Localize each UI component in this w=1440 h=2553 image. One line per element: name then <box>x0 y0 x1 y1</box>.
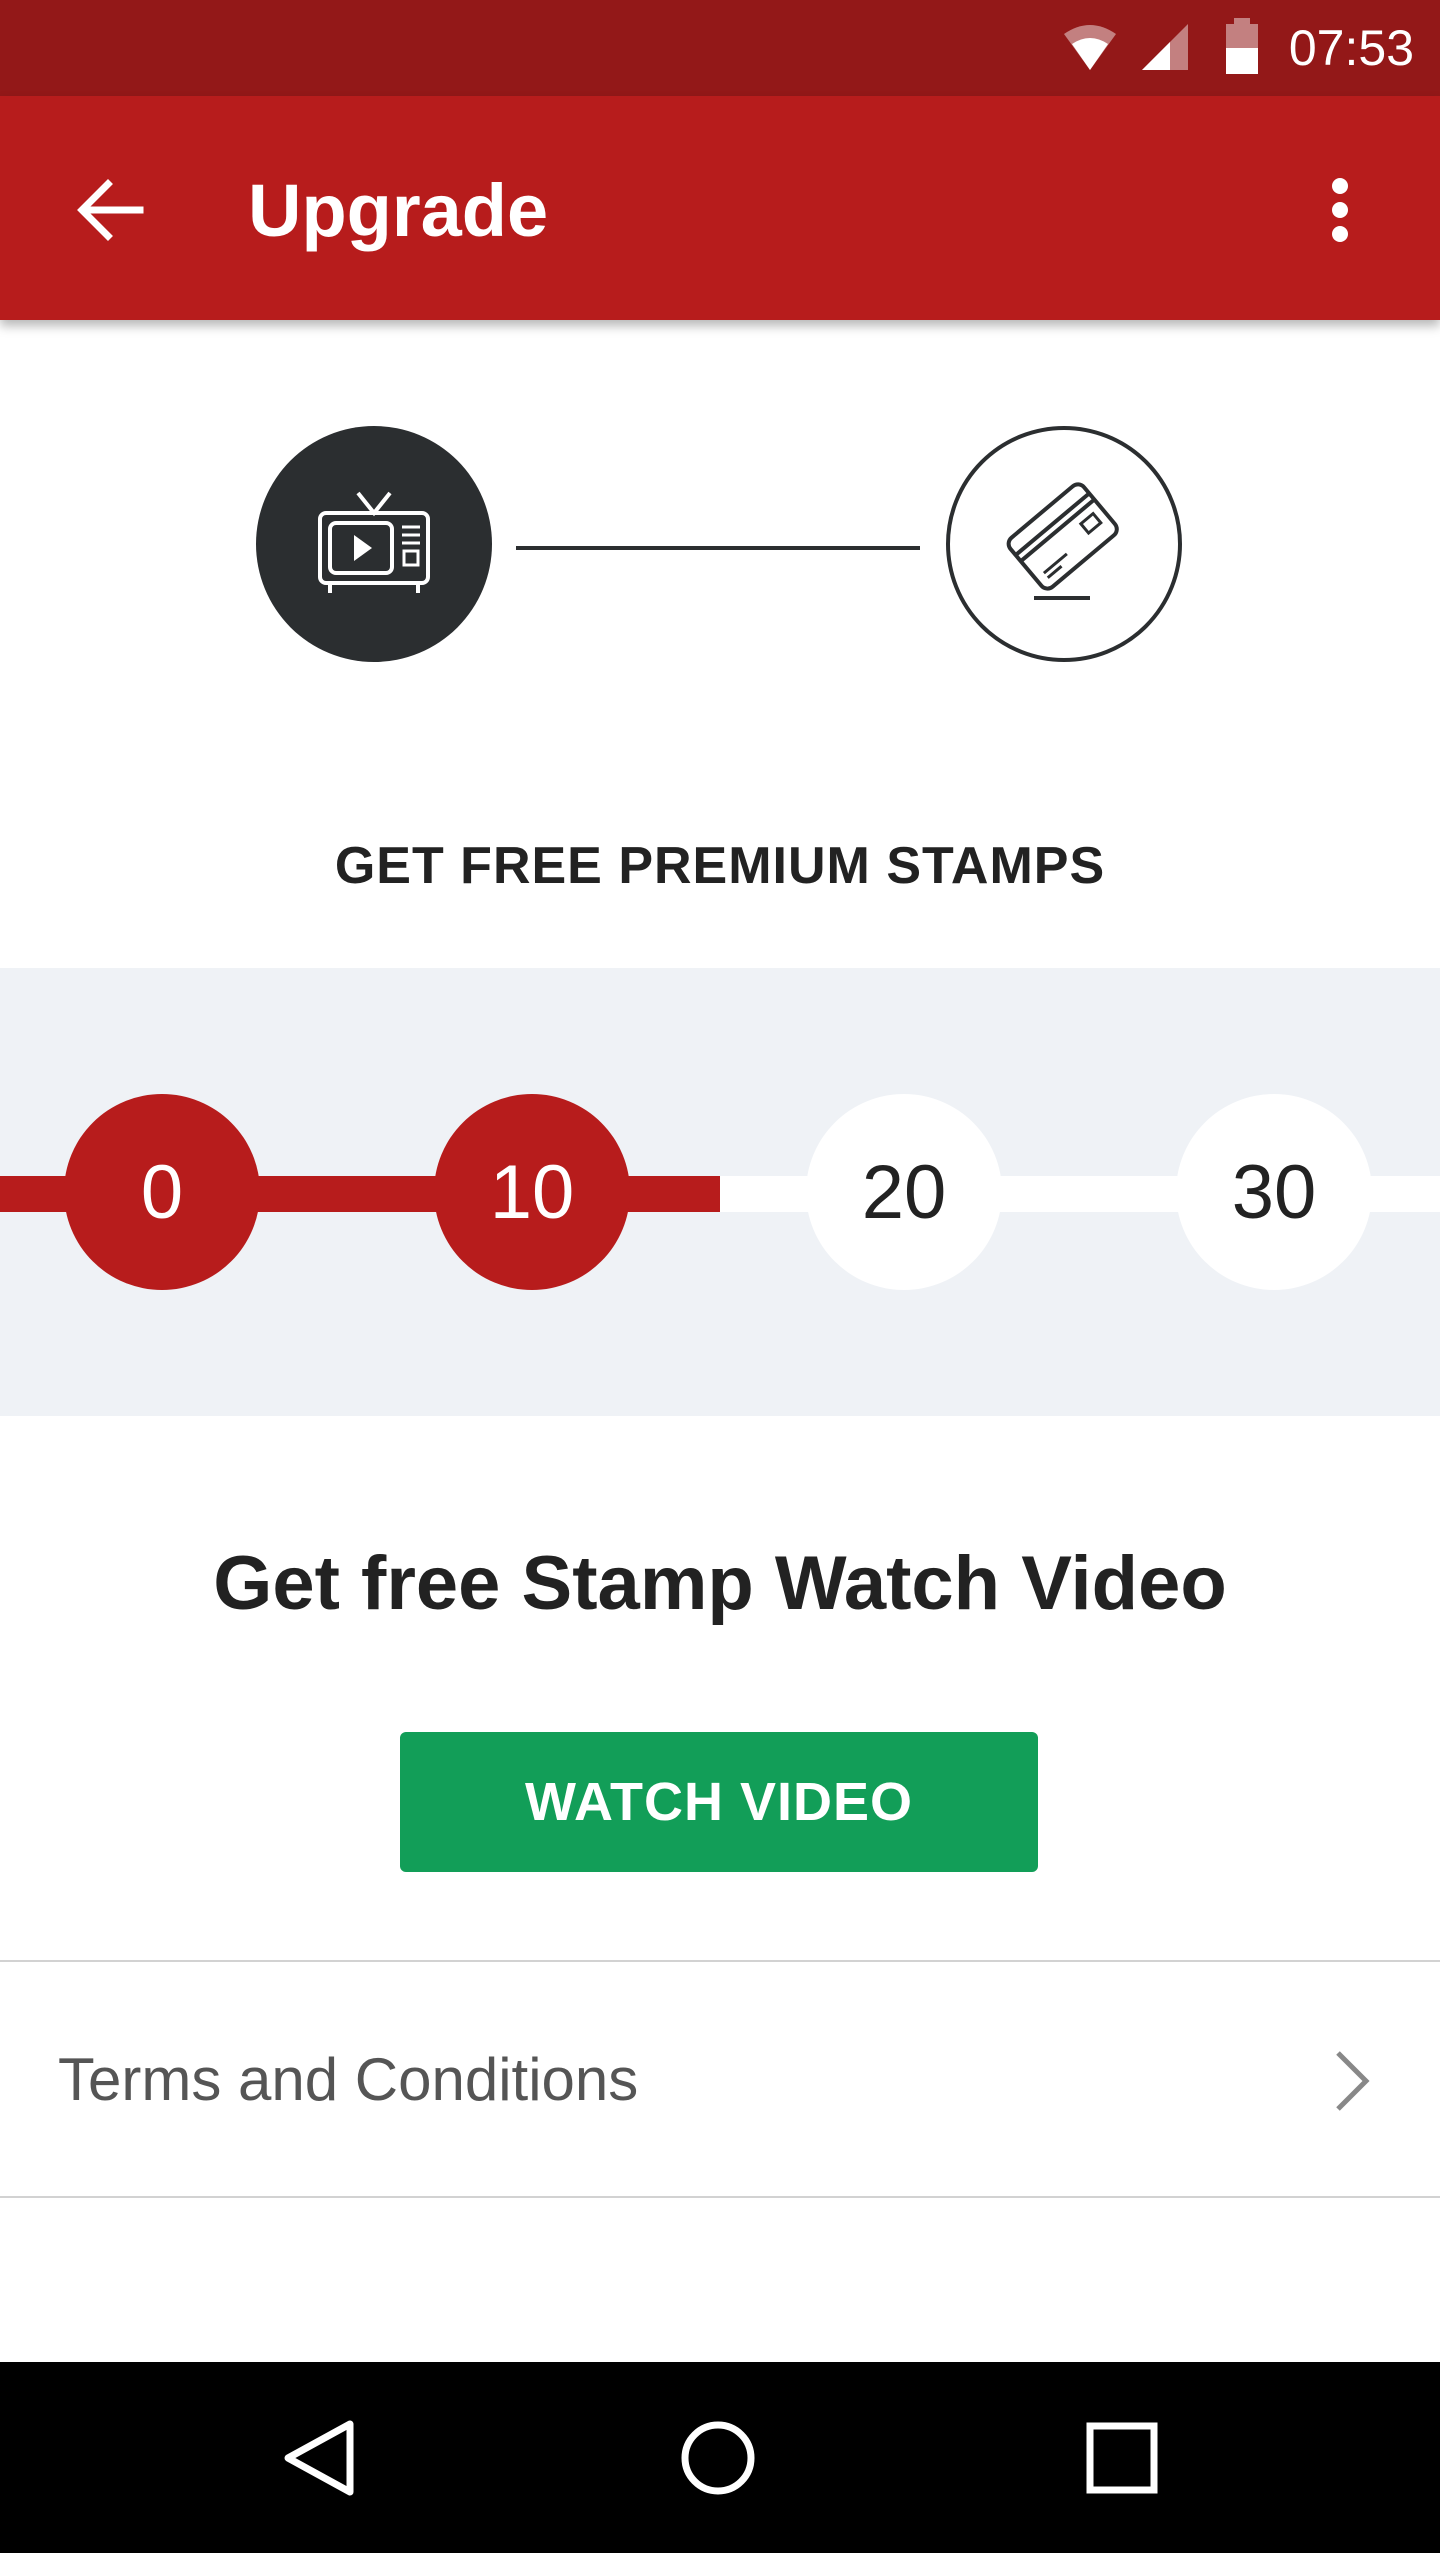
battery-icon <box>1226 18 1258 74</box>
milestone-0: 0 <box>64 1094 260 1290</box>
more-vert-icon <box>1332 178 1348 242</box>
overflow-menu-button[interactable] <box>1300 162 1380 258</box>
milestone-30: 30 <box>1176 1094 1372 1290</box>
nav-recents-button[interactable] <box>1066 2402 1178 2514</box>
app-bar: Upgrade <box>0 96 1440 320</box>
signal-icon <box>1142 24 1188 70</box>
terms-and-conditions-row[interactable]: Terms and Conditions <box>0 1962 1440 2196</box>
page-title: Upgrade <box>248 169 549 252</box>
terms-label: Terms and Conditions <box>58 2046 639 2113</box>
back-button[interactable] <box>62 162 158 258</box>
milestone-10: 10 <box>434 1094 630 1290</box>
square-recents-icon <box>1086 2422 1158 2494</box>
status-bar: 07:53 <box>0 0 1440 96</box>
divider <box>0 2196 1440 2198</box>
watch-video-button[interactable]: WATCH VIDEO <box>400 1732 1038 1872</box>
promo-heading: GET FREE PREMIUM STAMPS <box>334 837 1106 895</box>
arrow-back-icon <box>77 179 144 241</box>
tv-video-icon <box>318 491 430 593</box>
nav-home-button[interactable] <box>662 2402 774 2514</box>
status-time: 07:53 <box>1288 20 1414 76</box>
stamp-progress: 0 10 20 30 <box>0 968 1440 1416</box>
circle-home-icon <box>681 2421 755 2495</box>
step-payment <box>946 426 1182 662</box>
nav-back-button[interactable] <box>264 2402 376 2514</box>
milestone-20: 20 <box>806 1094 1002 1290</box>
step-connector <box>516 546 920 550</box>
cta-heading: Get free Stamp Watch Video <box>213 1541 1227 1626</box>
step-watch-video <box>256 426 492 662</box>
credit-card-icon <box>1006 482 1119 600</box>
system-nav-bar <box>0 2362 1440 2553</box>
chevron-right-icon <box>1322 2046 1382 2116</box>
triangle-back-icon <box>284 2420 354 2496</box>
wifi-icon <box>1064 25 1116 70</box>
